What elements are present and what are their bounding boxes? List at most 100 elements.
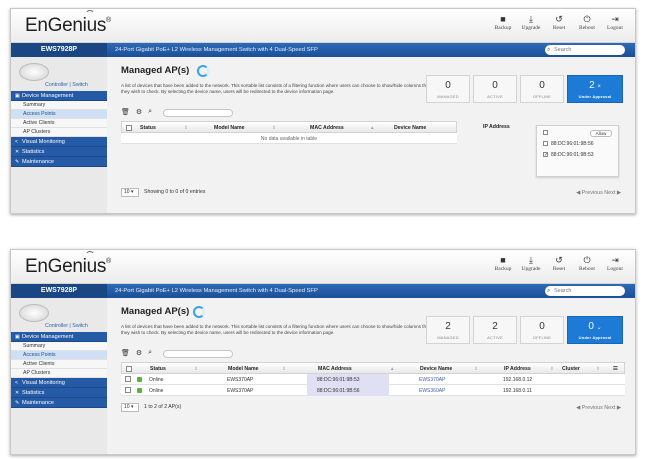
- sidebar-item-visual-monitoring[interactable]: < Visual Monitoring: [11, 378, 107, 388]
- backup-button[interactable]: ■ Backup: [489, 254, 517, 272]
- popup-item[interactable]: ✓ 88:DC:96:01:9B:53: [543, 152, 594, 158]
- sort-up-icon[interactable]: ▲: [390, 366, 394, 371]
- column-menu-icon[interactable]: ≡: [613, 363, 618, 373]
- global-search-input[interactable]: ⌕ Search: [545, 286, 625, 296]
- col-device-name[interactable]: Device Name: [420, 366, 452, 372]
- search-icon[interactable]: ⌕: [148, 349, 152, 357]
- stat-under-approval[interactable]: 0 ⌄ Under Approval: [567, 316, 623, 344]
- sidebar-item-maintenance[interactable]: ✎ Maintenance: [11, 157, 107, 167]
- table-row[interactable]: Online EWS370AP 88:DC:96:01:9B:53 EWS370…: [121, 374, 625, 385]
- sort-icon[interactable]: ⇕: [550, 366, 554, 372]
- toolbar: ■ Backup ⤓ Upgrade ↺ Reset ⏻ Reboot ⇥ Logout: [489, 13, 629, 31]
- col-status[interactable]: Status: [140, 125, 156, 131]
- col-model-name[interactable]: Model Name: [228, 366, 259, 372]
- sidebar-item-ap-clusters[interactable]: AP Clusters: [11, 369, 107, 378]
- global-search-input[interactable]: ⌕ Search: [545, 45, 625, 55]
- sidebar-item-active-clients[interactable]: Active Clients: [11, 360, 107, 369]
- checked-checkbox[interactable]: ✓: [543, 152, 548, 158]
- select-all-checkbox[interactable]: [126, 366, 132, 372]
- sidebar-item-access-points[interactable]: Access Points: [11, 351, 107, 360]
- sort-up-icon[interactable]: ▲: [370, 125, 374, 130]
- cell-ip: 192.168.0.12: [503, 377, 533, 383]
- sort-icon[interactable]: ⇕: [184, 125, 188, 131]
- col-ip-address[interactable]: IP Address: [504, 366, 531, 372]
- page-size-select[interactable]: 10 ▾: [121, 187, 139, 197]
- col-cluster[interactable]: Cluster: [562, 366, 580, 372]
- upgrade-button[interactable]: ⤓ Upgrade: [517, 254, 545, 272]
- stat-offline[interactable]: 0 OFFLINE: [520, 316, 564, 344]
- col-ip-address[interactable]: IP Address: [483, 124, 510, 130]
- table-row[interactable]: Online EWS370AP 88:DC:96:01:9B:56 EWS360…: [121, 385, 625, 396]
- allow-button[interactable]: Allow: [590, 130, 612, 137]
- col-model-name[interactable]: Model Name: [214, 125, 245, 131]
- select-all-checkbox[interactable]: [126, 125, 132, 131]
- pagination-links[interactable]: ◀ Previous Next ▶: [576, 405, 621, 411]
- device-name-link[interactable]: EWS370AP: [419, 377, 445, 383]
- pagination-bar: 10 ▾ 1 to 2 of 2 AP(s): [121, 402, 181, 412]
- sort-icon[interactable]: ⇕: [282, 366, 286, 372]
- settings-icon[interactable]: ⚙: [136, 108, 142, 116]
- reset-button[interactable]: ↺ Reset: [545, 13, 573, 31]
- checkbox[interactable]: [543, 141, 548, 147]
- pagination-links[interactable]: ◀ Previous Next ▶: [576, 190, 621, 196]
- sort-icon[interactable]: ⇕: [194, 366, 198, 372]
- sidebar-item-summary[interactable]: Summary: [11, 342, 107, 351]
- device-name-link[interactable]: EWS360AP: [419, 388, 445, 394]
- stat-offline[interactable]: 0 OFFLINE: [520, 75, 564, 103]
- refresh-icon[interactable]: [197, 65, 209, 77]
- sidebar-item-access-points[interactable]: Access Points: [11, 110, 107, 119]
- search-icon[interactable]: ⌕: [148, 108, 152, 116]
- stat-managed[interactable]: 2 MANAGED: [426, 316, 470, 344]
- logout-button[interactable]: ⇥ Logout: [601, 254, 629, 272]
- refresh-icon[interactable]: [193, 306, 205, 318]
- backup-button[interactable]: ■ Backup: [489, 13, 517, 31]
- logout-button[interactable]: ⇥ Logout: [601, 13, 629, 31]
- reset-icon: ↺: [555, 255, 563, 265]
- stat-under-approval[interactable]: 2 × Under Approval: [567, 75, 623, 103]
- checkbox[interactable]: [543, 130, 548, 136]
- row-checkbox[interactable]: [125, 376, 131, 382]
- controller-switch-link[interactable]: Controller | Switch: [45, 323, 88, 329]
- table-search-input[interactable]: [163, 350, 233, 358]
- sidebar-item-ap-clusters[interactable]: AP Clusters: [11, 128, 107, 137]
- stat-active[interactable]: 0 ACTIVE: [473, 75, 517, 103]
- stat-active[interactable]: 2 ACTIVE: [473, 316, 517, 344]
- sort-icon[interactable]: ⇕: [474, 366, 478, 372]
- reboot-button[interactable]: ⏻ Reboot: [573, 254, 601, 272]
- settings-icon[interactable]: ⚙: [136, 349, 142, 357]
- sidebar-item-statistics[interactable]: ✕ Statistics: [11, 388, 107, 398]
- sidebar-item-summary[interactable]: Summary: [11, 101, 107, 110]
- sidebar-item-active-clients[interactable]: Active Clients: [11, 119, 107, 128]
- approval-popup: Allow 88:DC:96:01:9B:56 ✓ 88:DC:96:01:9B:…: [536, 125, 619, 177]
- trash-icon[interactable]: 🗑: [121, 108, 130, 116]
- cell-model: EWS370AP: [227, 377, 254, 383]
- sort-icon[interactable]: ⇕: [596, 366, 600, 372]
- col-status[interactable]: Status: [150, 366, 166, 372]
- statistics-icon: ✕: [15, 390, 20, 396]
- sort-icon[interactable]: ⇕: [272, 125, 276, 131]
- col-mac-address[interactable]: MAC Address: [318, 366, 352, 372]
- upgrade-button[interactable]: ⤓ Upgrade: [517, 13, 545, 31]
- popup-select-all[interactable]: [543, 130, 551, 136]
- logout-icon: ⇥: [611, 14, 619, 24]
- sidebar-item-device-management[interactable]: ▣ Device Management: [11, 91, 107, 101]
- sidebar-item-statistics[interactable]: ✕ Statistics: [11, 147, 107, 157]
- reboot-button[interactable]: ⏻ Reboot: [573, 13, 601, 31]
- row-checkbox[interactable]: [125, 387, 131, 393]
- cell-mac: 88:DC:96:01:9B:53: [317, 377, 360, 383]
- col-device-name[interactable]: Device Name: [394, 125, 426, 131]
- reset-button[interactable]: ↺ Reset: [545, 254, 573, 272]
- col-mac-address[interactable]: MAC Address: [310, 125, 344, 131]
- popup-item[interactable]: 88:DC:96:01:9B:56: [543, 141, 594, 147]
- stat-managed[interactable]: 0 MANAGED: [426, 75, 470, 103]
- cell-status: Online: [149, 388, 164, 394]
- wrench-icon: ✎: [15, 159, 20, 165]
- online-status-icon: [137, 377, 142, 382]
- trash-icon[interactable]: 🗑: [121, 349, 130, 357]
- sidebar-item-maintenance[interactable]: ✎ Maintenance: [11, 398, 107, 408]
- controller-switch-link[interactable]: Controller | Switch: [45, 82, 88, 88]
- table-search-input[interactable]: [163, 109, 233, 117]
- sidebar-item-device-management[interactable]: ▣ Device Management: [11, 332, 107, 342]
- page-size-select[interactable]: 10 ▾: [121, 402, 139, 412]
- sidebar-item-visual-monitoring[interactable]: < Visual Monitoring: [11, 137, 107, 147]
